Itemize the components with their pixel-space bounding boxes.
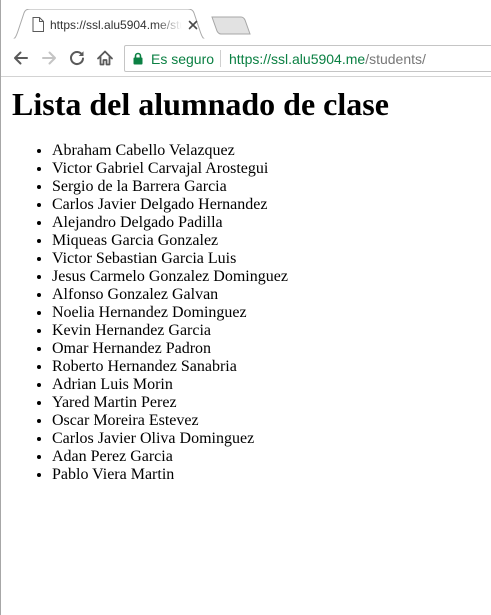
student-list-item: Sergio de la Barrera Garcia bbox=[52, 178, 288, 196]
browser-toolbar: Es seguro https://ssl.alu5904.me/student… bbox=[1, 40, 491, 77]
tab-strip: https://ssl.alu5904.me/students/ bbox=[1, 0, 491, 40]
back-arrow-icon[interactable] bbox=[11, 48, 31, 68]
student-list-item: Yared Martin Perez bbox=[52, 394, 288, 412]
student-list-item: Adrian Luis Morin bbox=[52, 376, 288, 394]
student-list-item: Alejandro Delgado Padilla bbox=[52, 214, 288, 232]
student-list-item: Noelia Hernandez Dominguez bbox=[52, 304, 288, 322]
browser-window: https://ssl.alu5904.me/students/ bbox=[0, 0, 491, 615]
student-list-item: Adan Perez Garcia bbox=[52, 448, 288, 466]
student-list-item: Jesus Carmelo Gonzalez Dominguez bbox=[52, 268, 288, 286]
student-list-item: Miqueas Garcia Gonzalez bbox=[52, 232, 288, 250]
url-path: /students/ bbox=[365, 51, 426, 67]
student-list-item: Kevin Hernandez Garcia bbox=[52, 322, 288, 340]
reload-icon[interactable] bbox=[67, 48, 87, 68]
page-icon bbox=[32, 17, 44, 32]
url-host: https://ssl.alu5904.me bbox=[229, 51, 366, 67]
student-list-item: Alfonso Gonzalez Galvan bbox=[52, 286, 288, 304]
page-content: Lista del alumnado de clase Abraham Cabe… bbox=[1, 77, 491, 615]
student-list-item: Victor Gabriel Carvajal Arostegui bbox=[52, 160, 288, 178]
forward-arrow-icon[interactable] bbox=[39, 48, 59, 68]
student-list-item: Carlos Javier Oliva Dominguez bbox=[52, 430, 288, 448]
student-list-item: Pablo Viera Martin bbox=[52, 466, 288, 484]
new-tab-button[interactable] bbox=[211, 16, 251, 35]
student-list-item: Roberto Hernandez Sanabria bbox=[52, 358, 288, 376]
lock-icon[interactable] bbox=[133, 52, 143, 65]
tab-title: https://ssl.alu5904.me/students/ bbox=[50, 18, 182, 32]
student-list-item: Oscar Moreira Estevez bbox=[52, 412, 288, 430]
omnibox-divider bbox=[220, 50, 221, 67]
url-text[interactable]: https://ssl.alu5904.me/students/ bbox=[229, 50, 426, 68]
close-icon[interactable] bbox=[186, 18, 200, 32]
active-tab[interactable]: https://ssl.alu5904.me/students/ bbox=[9, 9, 209, 40]
security-label[interactable]: Es seguro bbox=[151, 50, 214, 68]
student-list-item: Omar Hernandez Padron bbox=[52, 340, 288, 358]
student-list-item: Carlos Javier Delgado Hernandez bbox=[52, 196, 288, 214]
student-list: Abraham Cabello VelazquezVictor Gabriel … bbox=[12, 142, 288, 484]
address-bar[interactable]: Es seguro https://ssl.alu5904.me/student… bbox=[124, 45, 491, 72]
student-list-item: Victor Sebastian Garcia Luis bbox=[52, 250, 288, 268]
student-list-item: Abraham Cabello Velazquez bbox=[52, 142, 288, 160]
home-icon[interactable] bbox=[95, 48, 115, 68]
page-heading: Lista del alumnado de clase bbox=[12, 86, 389, 122]
